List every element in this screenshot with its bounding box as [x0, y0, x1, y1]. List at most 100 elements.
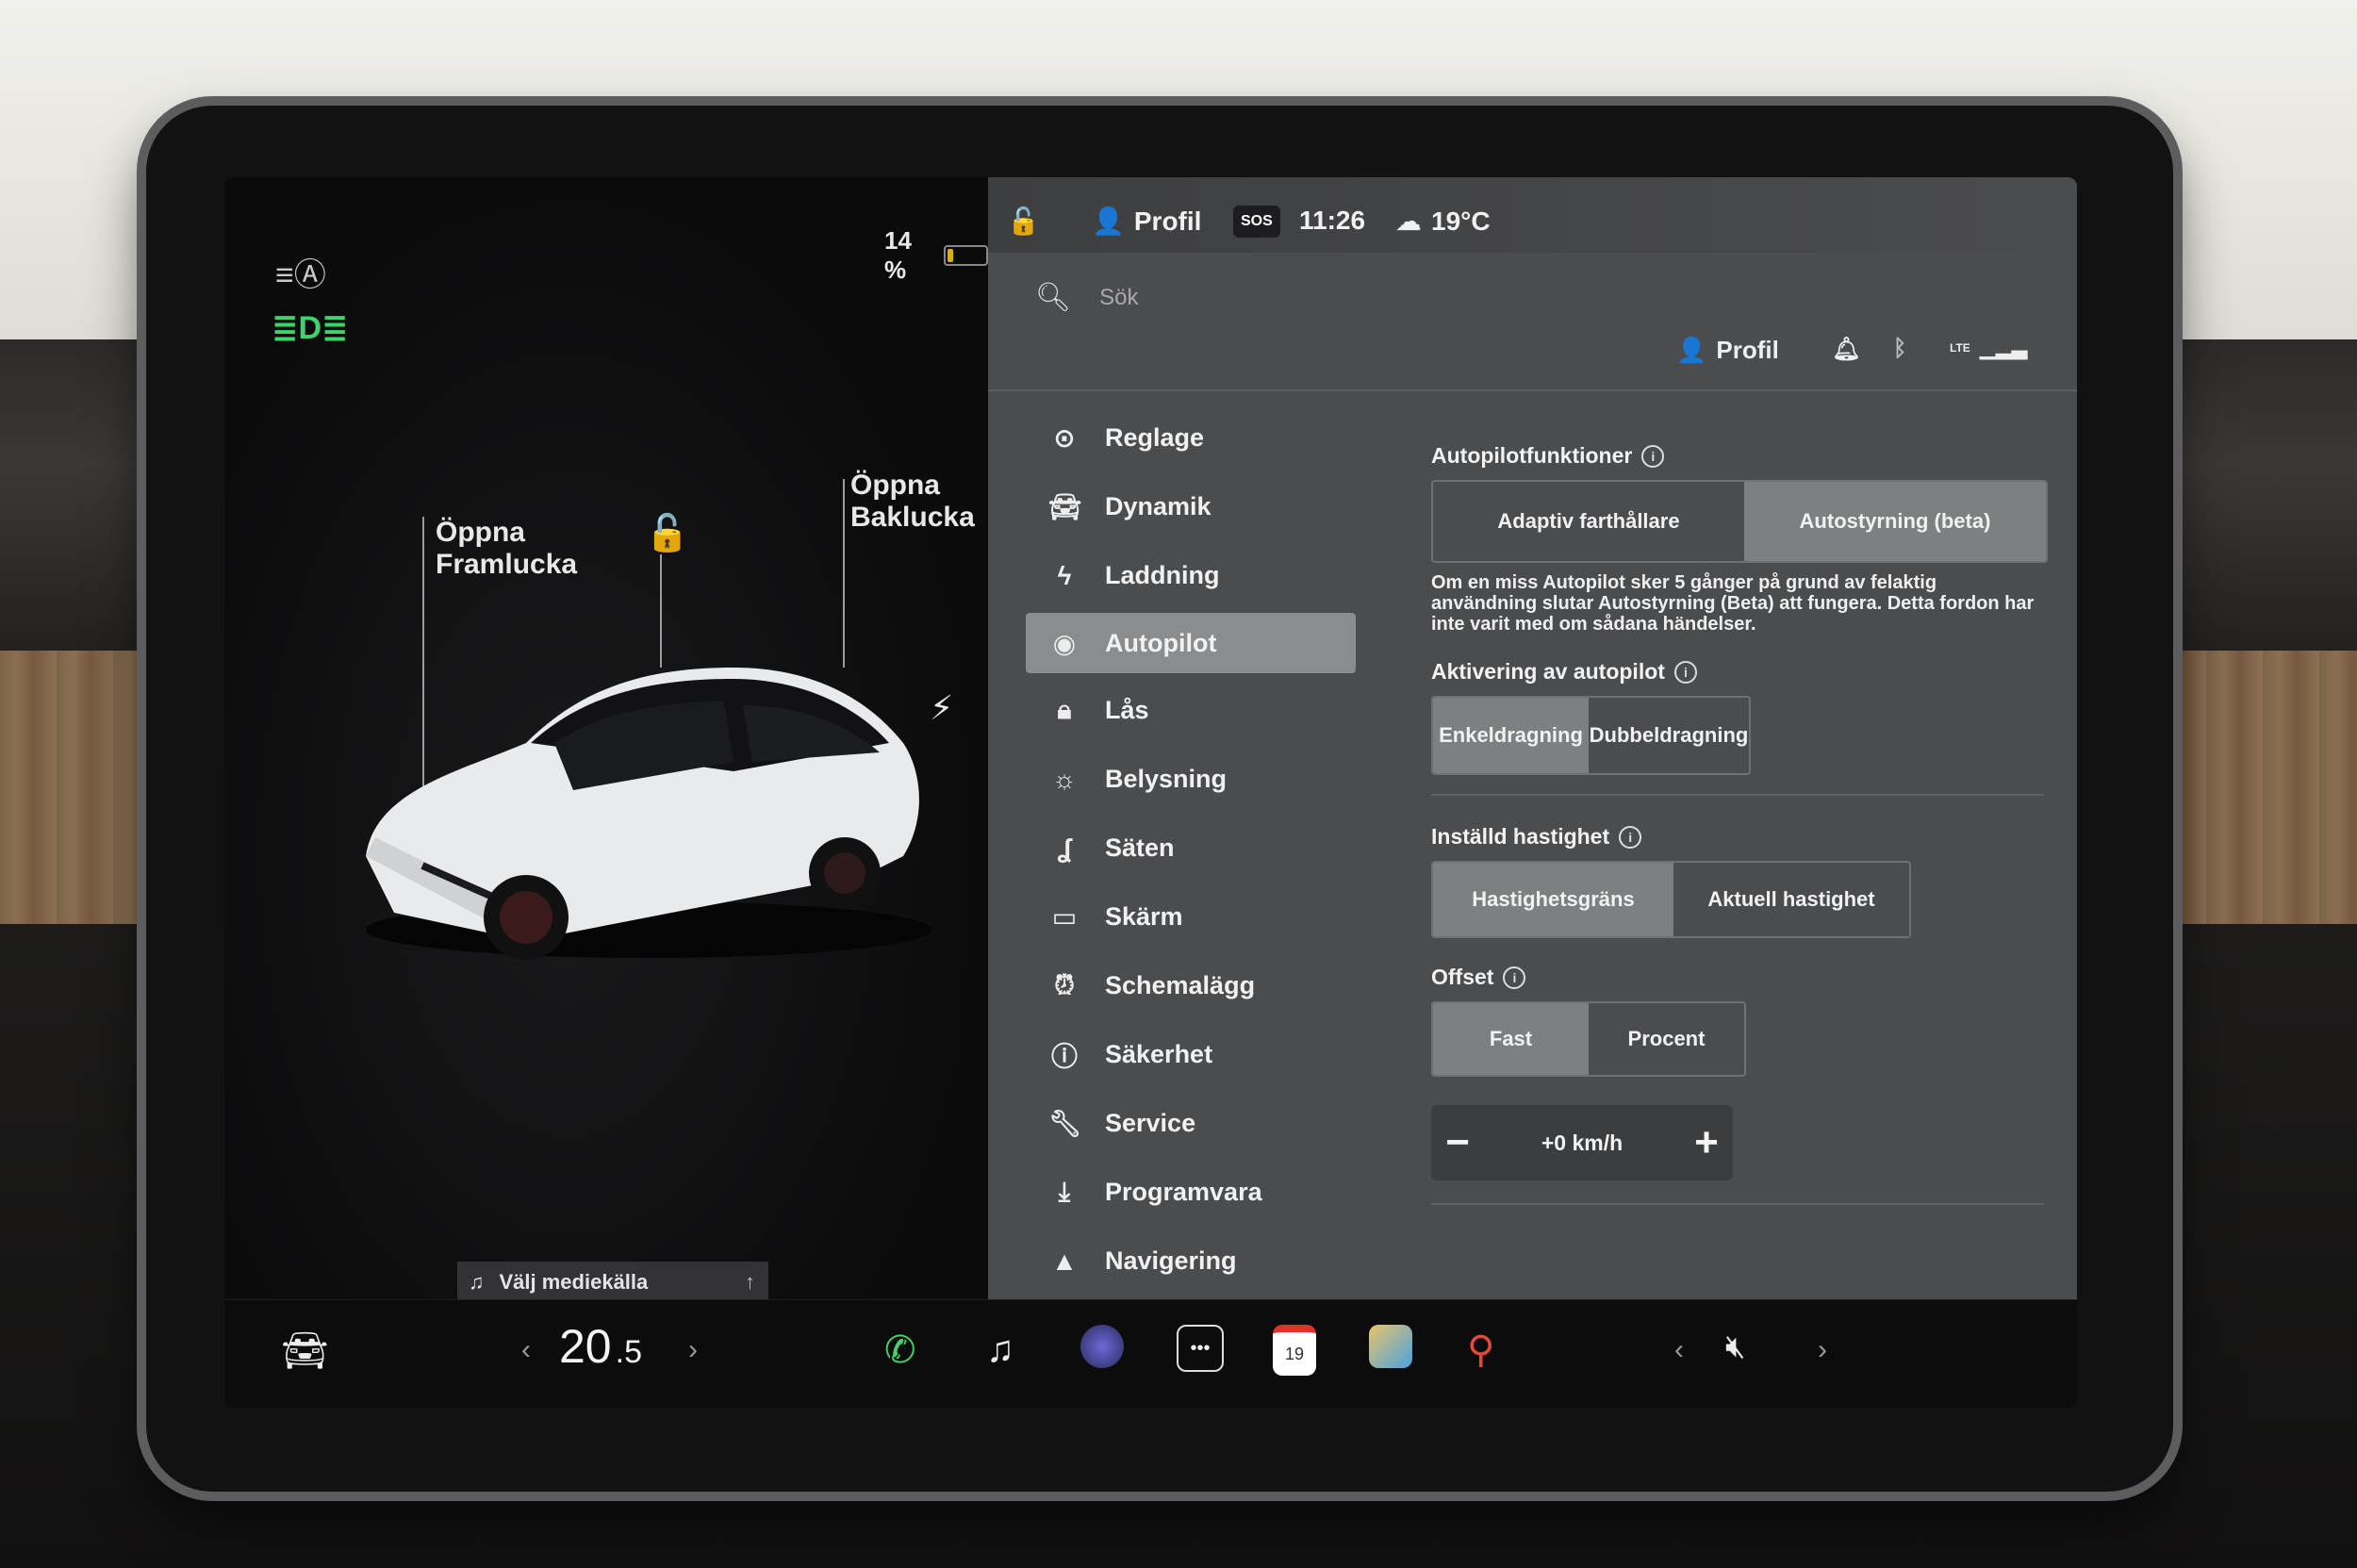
cloud-icon: ☁	[1395, 206, 1422, 236]
nav-item-las[interactable]: 🔒︎ Lås	[1026, 676, 1356, 745]
nav-item-service[interactable]: 🔧︎ Service	[1026, 1089, 1356, 1158]
nav-label: Laddning	[1105, 561, 1220, 589]
car-icon[interactable]: 🚘︎	[281, 1329, 329, 1373]
nav-item-schemalagg[interactable]: ⏰︎ Schemalägg	[1026, 951, 1356, 1020]
bolt-icon: ϟ	[1057, 560, 1072, 590]
download-icon: ⤓	[1058, 1177, 1071, 1206]
calendar-day: 19	[1284, 1344, 1305, 1363]
cabin-temperature[interactable]: 20.5	[559, 1319, 642, 1374]
info-icon[interactable]: i	[1619, 825, 1642, 849]
nav-label: Belysning	[1105, 765, 1228, 793]
section-title-text: Inställd hastighet	[1431, 824, 1610, 849]
bell-icon[interactable]: 🔔︎	[1832, 336, 1860, 363]
info-icon[interactable]: i	[1641, 444, 1665, 468]
temp-whole: 20	[559, 1320, 612, 1373]
autopilot-features-selector: Adaptiv farthållare Autostyrning (beta)	[1431, 480, 2048, 563]
photo-app-icon[interactable]	[1369, 1325, 1412, 1368]
sos-label: SOS	[1233, 206, 1280, 238]
status-profile-button[interactable]: 👤 Profil	[1676, 336, 1779, 365]
nav-item-belysning[interactable]: ☼ Belysning	[1026, 745, 1356, 814]
media-source-selector[interactable]: ♫ Välj mediekälla ↑	[457, 1262, 768, 1303]
nav-item-reglage[interactable]: ⊙ Reglage	[1026, 404, 1356, 472]
trunk-label-line1: Öppna	[850, 470, 940, 501]
autopilot-activation-selector: Enkeldragning Dubbeldragning	[1431, 696, 1751, 775]
offset-value: +0 km/h	[1541, 1130, 1624, 1155]
nav-item-dynamik[interactable]: 🚘︎ Dynamik	[1026, 472, 1356, 541]
unlock-icon[interactable]: 🔓	[645, 513, 689, 554]
volume-next-chevron-icon[interactable]: ›	[1818, 1334, 1827, 1366]
sos-button[interactable]: SOS	[1233, 206, 1280, 238]
media-source-label: Välj mediekälla	[499, 1270, 649, 1294]
search-bar[interactable]: 🔍︎ Sök	[1035, 281, 1138, 314]
nav-item-skarm[interactable]: ▭ Skärm	[1026, 883, 1356, 951]
temp-up-chevron-icon[interactable]: ›	[688, 1334, 698, 1366]
weather: ☁ 19°C	[1395, 206, 1491, 237]
battery-fill	[948, 249, 954, 262]
nav-item-sakerhet[interactable]: ⓘ Säkerhet	[1026, 1020, 1356, 1089]
section-divider	[1431, 1203, 2044, 1205]
decrease-button[interactable]: −	[1431, 1119, 1484, 1166]
status-profile-label: Profil	[1716, 336, 1779, 364]
joystick-icon[interactable]: ⚲	[1467, 1329, 1494, 1372]
section-divider	[1431, 794, 2044, 796]
seat-icon: ʆ	[1057, 833, 1072, 863]
cellular-signal: LTE ▁▂▃	[1950, 336, 2028, 360]
autopilot-activation-title: Aktivering av autopilot i	[1431, 659, 2035, 685]
phone-icon[interactable]: ✆	[884, 1329, 916, 1372]
settings-pane: 🔓 👤 Profil SOS 11:26 ☁ 19°C 🔍︎ Sök 👤 Pro…	[988, 177, 2077, 1299]
settings-nav: ⊙ Reglage 🚘︎ Dynamik ϟ Laddning ◉ Autopilot …	[1026, 404, 1356, 1296]
profile-button[interactable]: 👤 Profil	[1092, 206, 1201, 237]
option-current-speed[interactable]: Aktuell hastighet	[1673, 863, 1909, 936]
section-title-text: Aktivering av autopilot	[1431, 659, 1665, 684]
low-beam-icon[interactable]: ≣D≣	[272, 309, 349, 347]
option-percent[interactable]: Procent	[1589, 1003, 1744, 1075]
nav-label: Autopilot	[1105, 628, 1217, 657]
option-fixed[interactable]: Fast	[1433, 1003, 1589, 1075]
nav-label: Schemalägg	[1105, 971, 1256, 999]
bluetooth-icon[interactable]: ᛒ	[1893, 336, 1906, 362]
calendar-icon[interactable]: 19	[1273, 1325, 1316, 1376]
info-icon[interactable]: i	[1673, 660, 1697, 684]
navigation-arrow-icon: ▲	[1051, 1246, 1078, 1276]
car-illustration	[366, 668, 931, 960]
nav-item-saten[interactable]: ʆ Säten	[1026, 814, 1356, 883]
user-icon: 👤	[1676, 336, 1707, 364]
volume-mute-icon[interactable]: 🔇︎	[1725, 1329, 1745, 1365]
option-autosteer-beta[interactable]: Autostyrning (beta)	[1744, 482, 2046, 561]
temp-down-chevron-icon[interactable]: ‹	[521, 1334, 531, 1366]
vehicle-pane: ≡Ⓐ ≣D≣ 14 % Öppna Framlucka 🔓 Öppna Bakl…	[224, 177, 988, 1303]
car-icon: 🚘︎	[1048, 492, 1082, 521]
alert-circle-icon: ⓘ	[1050, 1041, 1078, 1071]
auto-headlights-icon[interactable]: ≡Ⓐ	[275, 249, 326, 295]
option-speed-limit[interactable]: Hastighetsgräns	[1433, 863, 1673, 936]
open-trunk-button[interactable]: Öppna Baklucka	[850, 470, 975, 534]
section-title-text: Autopilotfunktioner	[1431, 443, 1633, 468]
nav-label: Skärm	[1105, 902, 1183, 931]
display-icon: ▭	[1051, 902, 1078, 932]
option-adaptive-cruise[interactable]: Adaptiv farthållare	[1433, 482, 1744, 561]
steering-wheel-icon: ◉	[1052, 628, 1077, 658]
toggle-icon: ⊙	[1053, 423, 1076, 453]
sun-icon: ☼	[1052, 764, 1077, 794]
nav-item-autopilot[interactable]: ◉ Autopilot	[1026, 613, 1356, 673]
search-placeholder: Sök	[1099, 284, 1139, 310]
unlock-icon[interactable]: 🔓	[1007, 206, 1040, 237]
increase-button[interactable]: +	[1680, 1119, 1733, 1166]
set-speed-title: Inställd hastighet i	[1431, 824, 2035, 850]
nav-item-navigering[interactable]: ▲ Navigering	[1026, 1227, 1356, 1296]
open-frunk-button[interactable]: Öppna Framlucka	[436, 517, 577, 581]
nav-item-programvara[interactable]: ⤓ Programvara	[1026, 1158, 1356, 1227]
music-icon[interactable]: ♫	[986, 1329, 1014, 1371]
lte-label: LTE	[1950, 341, 1970, 355]
more-apps-icon[interactable]: •••	[1177, 1325, 1224, 1372]
temp-decimal: .5	[615, 1334, 642, 1370]
info-icon[interactable]: i	[1503, 966, 1526, 989]
search-icon: 🔍︎	[1035, 282, 1072, 313]
touchscreen: ≡Ⓐ ≣D≣ 14 % Öppna Framlucka 🔓 Öppna Bakl…	[224, 177, 2077, 1408]
trunk-label-line2: Baklucka	[850, 502, 975, 533]
option-double-pull[interactable]: Dubbeldragning	[1589, 698, 1749, 773]
nav-item-laddning[interactable]: ϟ Laddning	[1026, 541, 1356, 610]
option-single-pull[interactable]: Enkeldragning	[1433, 698, 1589, 773]
camera-icon[interactable]	[1080, 1325, 1124, 1368]
volume-prev-chevron-icon[interactable]: ‹	[1674, 1334, 1684, 1366]
